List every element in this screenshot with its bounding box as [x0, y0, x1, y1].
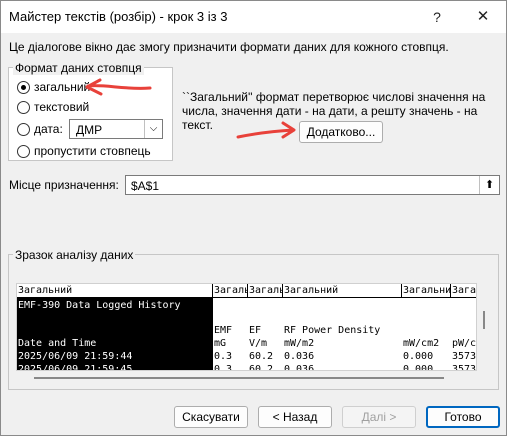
- preview-cell: 0.036: [284, 364, 315, 371]
- column-header[interactable]: Загальний: [17, 284, 213, 298]
- advanced-button[interactable]: Додатково...: [299, 121, 383, 143]
- preview-cell: mG: [214, 338, 227, 349]
- preview-cell: 2025/06/09 21:59:45: [17, 363, 213, 370]
- preview-cell: 0.000: [403, 364, 434, 371]
- preview-cell: EF: [249, 325, 262, 336]
- chevron-down-icon[interactable]: ⌵: [144, 120, 162, 138]
- date-format-select[interactable]: ДМР ⌵: [69, 119, 163, 139]
- preview-cell: 3573: [452, 364, 477, 371]
- radio-skip-column-circle[interactable]: [17, 145, 30, 158]
- preview-cell: 60.2: [249, 351, 274, 362]
- preview-vertical-scrollbar[interactable]: [479, 283, 489, 371]
- column-header[interactable]: Загальний: [283, 284, 402, 298]
- radio-general-circle[interactable]: [17, 81, 30, 94]
- preview-cell: mW/m2: [284, 338, 315, 349]
- preview-horizontal-scrollbar[interactable]: [16, 372, 477, 382]
- preview-cell: 0.3: [214, 351, 233, 362]
- radio-text-circle[interactable]: [17, 101, 30, 114]
- preview-cell: pW/cm2: [452, 338, 477, 349]
- preview-cell: RF Power Density: [284, 325, 381, 336]
- preview-cell: 2025/06/09 21:59:44: [17, 350, 213, 363]
- preview-cell: 0.3: [214, 364, 233, 371]
- text-import-wizard-dialog: Майстер текстів (розбір) - крок 3 із 3 ?…: [0, 0, 507, 436]
- preview-cell: mW/cm2: [403, 338, 440, 349]
- preview-cell: 0.000: [403, 351, 434, 362]
- preview-cell: V/m: [249, 338, 268, 349]
- horizontal-scroll-thumb[interactable]: [34, 377, 444, 379]
- help-icon[interactable]: ?: [425, 5, 449, 29]
- data-preview-label: Зразок аналізу даних: [13, 248, 136, 262]
- preview-cell: EMF: [214, 325, 233, 336]
- destination-field[interactable]: $A$1 ⬆: [125, 175, 500, 195]
- column-format-group-label: Формат даних стовпця: [13, 61, 144, 75]
- radio-text-label: текстовий: [34, 100, 90, 114]
- radio-general-label: загальний: [34, 80, 91, 94]
- dialog-description: Це діалогове вікно дає змогу призначити …: [9, 40, 449, 54]
- preview-cell: 0.036: [284, 351, 315, 362]
- column-header[interactable]: Загальний: [213, 284, 248, 298]
- collapse-dialog-icon[interactable]: ⬆: [479, 176, 499, 194]
- preview-cell: 60.2: [249, 364, 274, 371]
- window-title: Майстер текстів (розбір) - крок 3 із 3: [9, 9, 228, 24]
- finish-button[interactable]: Готово: [426, 406, 500, 428]
- column-header[interactable]: Загальний: [451, 284, 476, 298]
- radio-date-label: дата:: [34, 122, 63, 136]
- preview-cell: EMF-390 Data Logged History: [17, 299, 213, 312]
- radio-skip-column-label: пропустити стовпець: [34, 144, 151, 158]
- vertical-scroll-thumb[interactable]: [483, 311, 485, 329]
- destination-label: Місце призначення:: [9, 178, 119, 192]
- title-bar: Майстер текстів (розбір) - крок 3 із 3 ?…: [1, 1, 506, 33]
- close-icon[interactable]: ✕: [471, 5, 495, 29]
- date-format-value: ДМР: [76, 123, 103, 137]
- cancel-button[interactable]: Скасувати: [174, 406, 248, 428]
- column-header[interactable]: Загальний: [248, 284, 283, 298]
- back-button[interactable]: < Назад: [258, 406, 332, 428]
- destination-value: $A$1: [131, 179, 160, 193]
- preview-cell: 3573: [452, 351, 477, 362]
- next-button[interactable]: Далі >: [342, 406, 416, 428]
- data-preview-grid[interactable]: Загальний Загальний Загальний Загальний …: [16, 283, 477, 371]
- radio-date-circle[interactable]: [17, 123, 30, 136]
- column-header[interactable]: Загальний: [402, 284, 451, 298]
- preview-cell: Date and Time: [17, 337, 213, 350]
